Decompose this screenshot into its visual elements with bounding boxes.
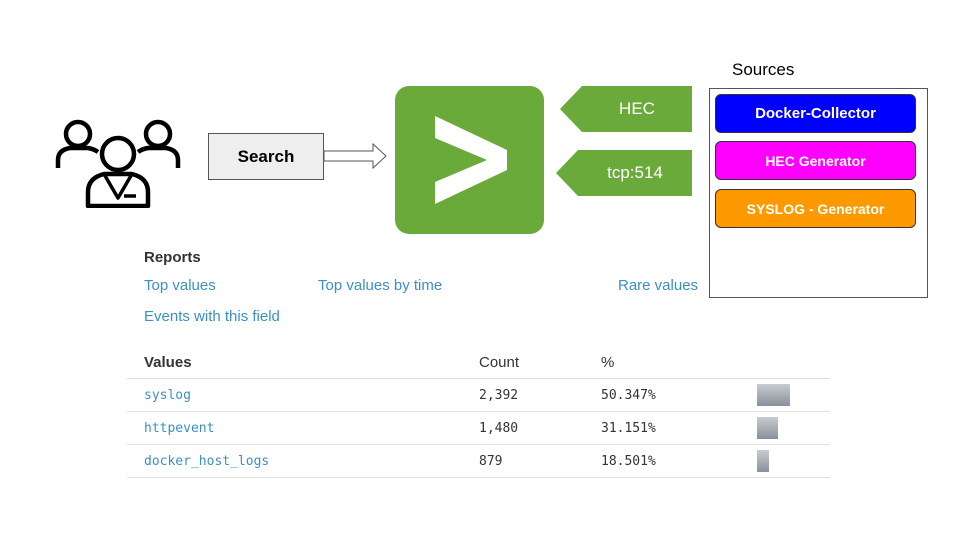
- source-hec-generator[interactable]: HEC Generator: [715, 141, 916, 180]
- row-count: 1,480: [479, 421, 519, 436]
- report-link-top-values-by-time[interactable]: Top values by time: [318, 277, 442, 294]
- table-header: Values Count %: [127, 346, 830, 379]
- sources-panel: Docker-Collector HEC Generator SYSLOG - …: [709, 88, 928, 298]
- users-group-icon: [52, 112, 184, 209]
- table-row: docker_host_logs 879 18.501%: [127, 445, 830, 478]
- row-percent: 18.501%: [601, 454, 656, 469]
- header-percent: %: [601, 354, 615, 371]
- report-link-top-values[interactable]: Top values: [144, 277, 216, 294]
- source-label: HEC Generator: [765, 152, 866, 169]
- row-percent: 31.151%: [601, 421, 656, 436]
- row-count: 2,392: [479, 388, 519, 403]
- row-value[interactable]: docker_host_logs: [144, 454, 269, 469]
- report-link-rare-values[interactable]: Rare values: [618, 277, 698, 294]
- source-syslog-generator[interactable]: SYSLOG - Generator: [715, 189, 916, 228]
- hec-label: HEC: [619, 99, 655, 118]
- percent-bar: [757, 384, 790, 406]
- table-row: syslog 2,392 50.347%: [127, 379, 830, 412]
- sources-title: Sources: [732, 60, 795, 79]
- row-value[interactable]: syslog: [144, 388, 191, 403]
- tcp-label: tcp:514: [607, 163, 663, 182]
- row-value[interactable]: httpevent: [144, 421, 214, 436]
- search-label: Search: [237, 146, 295, 166]
- row-count: 879: [479, 454, 503, 469]
- source-docker-collector[interactable]: Docker-Collector: [715, 94, 916, 133]
- table-row: httpevent 1,480 31.151%: [127, 412, 830, 445]
- hec-input-arrow: HEC: [560, 86, 692, 132]
- source-label: Docker-Collector: [755, 105, 876, 122]
- search-box[interactable]: Search: [208, 133, 324, 180]
- header-count: Count: [479, 354, 520, 371]
- splunk-logo: [395, 86, 544, 234]
- values-table: Values Count % syslog 2,392 50.347% http…: [127, 346, 830, 478]
- tcp-input-arrow: tcp:514: [556, 150, 692, 196]
- search-arrow-icon: [323, 142, 387, 170]
- row-percent: 50.347%: [601, 388, 656, 403]
- header-values: Values: [144, 354, 192, 371]
- report-link-events-with-field[interactable]: Events with this field: [144, 308, 280, 325]
- source-label: SYSLOG - Generator: [746, 200, 885, 217]
- percent-bar: [757, 417, 778, 439]
- reports-title: Reports: [144, 249, 201, 266]
- percent-bar: [757, 450, 769, 472]
